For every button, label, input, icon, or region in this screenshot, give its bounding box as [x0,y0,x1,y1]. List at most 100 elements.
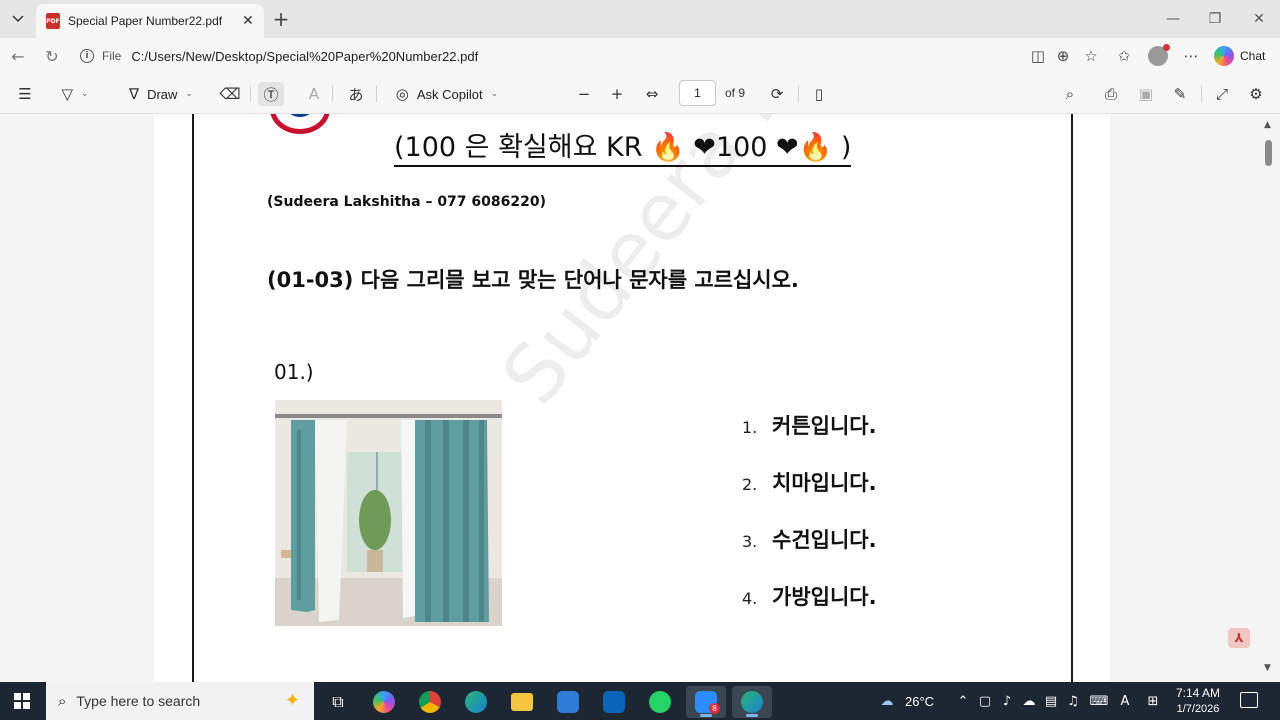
copilot-chat-button[interactable]: Chat [1214,44,1265,68]
favorites-icon[interactable]: ✩ [1113,46,1135,66]
pdf-file-icon: PDF [46,13,60,29]
fit-to-width-icon[interactable]: ⇔ [641,82,663,106]
zoom-icon[interactable]: ⊕ [1052,46,1074,66]
save-icon[interactable]: ▣ [1135,82,1157,106]
edge-active-taskbar-button[interactable] [732,686,772,718]
chevron-up-icon[interactable]: ⌃ [954,692,972,710]
store-taskbar-button[interactable] [548,686,588,718]
chevron-down-icon: ⌄ [490,89,499,99]
vertical-scrollbar[interactable] [1262,114,1276,682]
chevron-down-icon [12,15,24,23]
eraser-icon[interactable]: ⌫ [218,82,242,106]
logo-image [270,114,330,134]
choice-number: 3. [742,532,758,551]
choice-text: 가방입니다. [772,585,877,609]
chrome-taskbar-button[interactable] [410,686,450,718]
back-arrow-icon[interactable]: ← [6,45,30,67]
refresh-icon[interactable]: ↻ [40,45,64,67]
page-view-icon[interactable]: ▯ [808,82,830,106]
favorite-star-icon[interactable]: ☆ [1080,46,1102,66]
scroll-up-arrow-icon[interactable]: ▲ [1264,120,1271,130]
answer-choice[interactable]: 4. 가방입니다. [742,581,877,611]
chat-label: Chat [1240,49,1266,63]
highlighter-icon: ▽ [61,85,73,103]
device-icon[interactable]: ▢ [976,692,994,710]
expand-icon[interactable]: ⤢ [1211,82,1233,106]
start-button[interactable] [0,682,44,720]
read-aloud-text-icon[interactable]: A [302,82,326,106]
notification-icon[interactable] [1240,692,1258,708]
tab-strip: PDF Special Paper Number22.pdf ✕ + — ❐ ✕ [0,0,1280,38]
page-headline: (100 은 확실해요 KR 🔥 ❤100 ❤🔥 ) [394,132,852,167]
search-icon[interactable]: ⌕ [1059,82,1081,106]
choice-number: 2. [742,475,758,494]
minimize-button[interactable]: — [1150,6,1196,32]
info-icon[interactable]: i [80,49,94,63]
file-explorer-taskbar-button[interactable] [502,686,542,718]
save-as-icon[interactable]: ✎ [1169,82,1191,106]
weather-cloud-icon[interactable]: ☁ [876,692,898,710]
edge-taskbar-button[interactable] [456,686,496,718]
answer-choice[interactable]: 2. 치마입니다. [742,467,877,497]
draw-button[interactable]: ∇ Draw ⌄ [118,82,204,106]
page-border-left [192,114,194,682]
edge-icon [741,691,763,713]
toolbar-separator [332,86,333,102]
whatsapp-taskbar-button[interactable] [640,686,680,718]
cloud-sync-icon[interactable]: ☁ [1020,692,1038,710]
task-view-button[interactable]: ⧉ [318,686,358,718]
volume-icon[interactable]: ♫ [1064,692,1082,710]
tab-actions-menu-button[interactable] [6,8,30,30]
input-method-icon[interactable]: A [1116,692,1134,710]
language-icon[interactable]: ⊞ [1144,692,1162,710]
new-tab-button[interactable]: + [270,7,292,31]
close-tab-icon[interactable]: ✕ [238,11,258,31]
copilot-taskbar-button[interactable] [364,686,404,718]
search-placeholder: Type here to search [76,693,201,709]
choice-number: 4. [742,589,758,608]
scroll-down-arrow-icon[interactable]: ▼ [1264,663,1271,673]
zoom-out-icon[interactable]: − [574,82,594,106]
store-icon [557,691,579,713]
network-icon[interactable]: ▤ [1042,692,1060,710]
rotate-icon[interactable]: ⟳ [766,82,788,106]
add-text-icon[interactable]: Ⓣ [258,82,284,106]
acrobat-icon[interactable]: ⅄ [1228,628,1250,648]
print-icon[interactable]: ⎙ [1100,82,1122,106]
taskbar-search-box[interactable]: ⌕ Type here to search ✦ [46,682,314,720]
address-bar[interactable]: i File C:/Users/New/Desktop/Special%20Pa… [72,43,980,69]
table-of-contents-icon[interactable]: ☰ [14,82,36,106]
toolbar-separator [376,86,377,102]
answer-choice[interactable]: 1. 커튼입니다. [742,410,877,440]
answer-choice[interactable]: 3. 수건입니다. [742,524,877,554]
taskbar-clock[interactable]: 7:14 AM 1/7/2026 [1176,685,1220,717]
copilot-icon [373,691,395,713]
microphone-icon[interactable]: ♪ [998,692,1016,710]
browser-tab-active[interactable]: PDF Special Paper Number22.pdf ✕ [36,4,264,38]
windows-taskbar: ⌕ Type here to search ✦ ⧉ 8 ☁ 26°C ⌃ ▢ ♪… [0,682,1280,720]
more-options-icon[interactable]: ⋯ [1180,46,1202,66]
ask-copilot-button[interactable]: ◎ Ask Copilot ⌄ [390,82,504,106]
edge-icon [465,691,487,713]
profile-avatar[interactable] [1148,44,1170,66]
keyboard-icon[interactable]: ⌨ [1090,692,1109,710]
zoom-in-icon[interactable]: + [607,82,627,106]
zoom-notification-badge: 8 [709,703,720,714]
restore-button[interactable]: ❐ [1192,6,1238,32]
zoom-taskbar-button[interactable]: 8 [686,686,726,718]
weather-temperature[interactable]: 26°C [905,682,934,720]
task-view-icon: ⧉ [332,692,344,711]
outlook-taskbar-button[interactable] [594,686,634,718]
close-window-button[interactable]: ✕ [1236,6,1280,32]
ask-copilot-label: Ask Copilot [416,86,483,102]
page-number-input[interactable]: 1 [679,80,716,106]
pdf-viewer[interactable]: (100 은 확실해요 KR 🔥 ❤100 ❤🔥 ) (Sudeera Laks… [0,114,1280,682]
search-icon: ⌕ [58,692,67,710]
scrollbar-thumb[interactable] [1265,140,1272,166]
translate-icon[interactable]: あ [344,82,368,106]
url-text[interactable]: C:/Users/New/Desktop/Special%20Paper%20N… [131,49,478,64]
highlight-button[interactable]: ▽ ⌄ [54,82,96,106]
read-aloud-icon[interactable]: ◫ [1027,46,1049,66]
settings-gear-icon[interactable]: ⚙ [1245,82,1267,106]
draw-label: Draw [147,86,178,102]
